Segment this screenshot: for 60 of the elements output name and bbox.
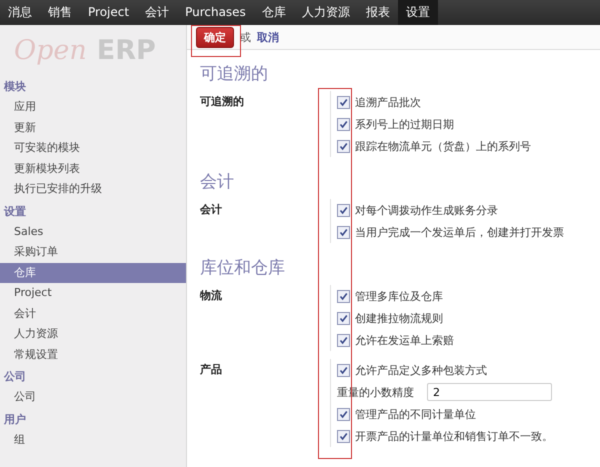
- checkbox[interactable]: [337, 140, 350, 152]
- option-label: 允许在发运单上索赔: [355, 332, 454, 348]
- option-label: 开票产品的计量单位和销售订单不一致。: [355, 428, 553, 444]
- checkbox[interactable]: [337, 430, 350, 442]
- sidebar-item[interactable]: 会计: [0, 304, 186, 324]
- option-label: 允许产品定义多种包装方式: [355, 362, 487, 378]
- sidebar-item[interactable]: 仓库: [0, 262, 186, 283]
- group-label: 物流: [200, 288, 223, 304]
- menu-tab[interactable]: Project: [80, 0, 138, 25]
- sidebar-item[interactable]: 人力资源: [0, 324, 186, 344]
- menu-tab[interactable]: 人力资源: [294, 0, 358, 25]
- cancel-link[interactable]: 取消: [257, 30, 279, 44]
- sidebar-item[interactable]: Project: [0, 283, 186, 304]
- input-field[interactable]: 2: [427, 383, 552, 401]
- sidebar-item[interactable]: 常规设置: [0, 344, 186, 365]
- sidebar-item[interactable]: 更新: [0, 118, 186, 138]
- section-title: 库位和仓库: [200, 257, 286, 280]
- sidebar-item[interactable]: 执行已安排的升级: [0, 179, 186, 200]
- option-label: 管理产品的不同计量单位: [355, 406, 476, 422]
- checkbox[interactable]: [337, 334, 350, 346]
- sidebar-item[interactable]: 组: [0, 430, 186, 450]
- sidebar-item[interactable]: 更新模块列表: [0, 158, 186, 179]
- sidebar-item[interactable]: 采购订单: [0, 242, 186, 262]
- option-label: 对每个调拨动作生成账务分录: [355, 202, 498, 218]
- group-label: 会计: [200, 202, 223, 218]
- sidebar-item[interactable]: 可安装的模块: [0, 138, 186, 158]
- sidebar-heading: 模块: [2, 79, 27, 95]
- option-label: 系列号上的过期日期: [355, 116, 454, 132]
- menu-tab[interactable]: 报表: [358, 0, 398, 25]
- option-label: 跟踪在物流单元（货盘）上的系列号: [355, 138, 531, 154]
- checkbox[interactable]: [337, 364, 350, 376]
- sidebar-heading: 用户: [2, 412, 27, 428]
- sidebar-item[interactable]: Sales: [0, 222, 186, 242]
- menu-tab[interactable]: 销售: [40, 0, 80, 25]
- checkbox[interactable]: [337, 118, 350, 130]
- group-label: 可追溯的: [200, 94, 245, 110]
- sidebar-heading: 公司: [2, 369, 27, 385]
- menu-tab[interactable]: Purchases: [177, 0, 254, 25]
- option-label: 管理多库位及仓库: [355, 288, 443, 304]
- checkbox[interactable]: [337, 204, 350, 216]
- option-label: 追溯产品批次: [355, 94, 421, 110]
- checkbox[interactable]: [337, 290, 350, 302]
- checkbox[interactable]: [337, 226, 350, 238]
- or-text: 或: [240, 30, 251, 44]
- checkbox[interactable]: [337, 408, 350, 420]
- option-label: 创建推拉物流规则: [355, 310, 443, 326]
- option-label: 当用户完成一个发运单后，创建并打开发票: [355, 224, 564, 240]
- menu-tab[interactable]: 设置: [398, 0, 438, 25]
- checkbox[interactable]: [337, 312, 350, 324]
- apply-button[interactable]: 确定: [196, 26, 234, 48]
- section-title: 会计: [200, 171, 235, 194]
- checkbox[interactable]: [337, 96, 350, 108]
- sidebar-item[interactable]: 应用: [0, 97, 186, 118]
- menu-tab[interactable]: 会计: [137, 0, 178, 25]
- sidebar-heading: 设置: [2, 204, 27, 220]
- group-label: 产品: [200, 362, 223, 378]
- section-title: 可追溯的: [200, 63, 269, 86]
- menu-tab[interactable]: 消息: [0, 0, 40, 25]
- sidebar-item[interactable]: 公司: [0, 387, 186, 408]
- menu-tab[interactable]: 仓库: [254, 0, 294, 25]
